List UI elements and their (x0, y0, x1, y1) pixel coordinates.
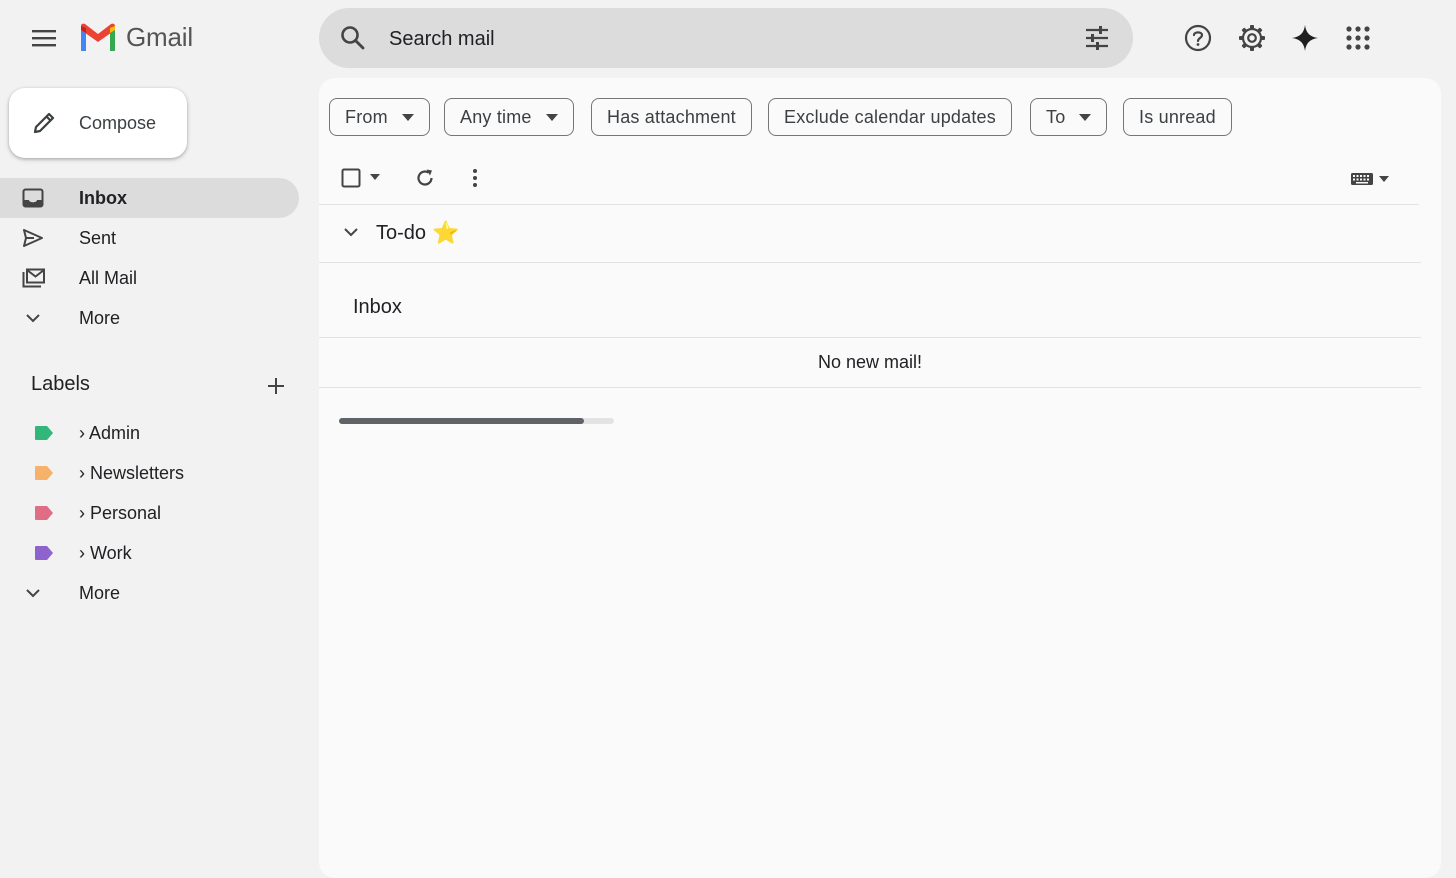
gmail-m-icon (81, 23, 115, 51)
google-apps-button[interactable] (1338, 18, 1378, 58)
loading-progress-bar (339, 418, 614, 424)
main-menu-button[interactable] (22, 18, 66, 58)
label-item-personal[interactable]: › Personal (0, 493, 299, 533)
sidebar-item-label: Inbox (79, 187, 127, 208)
all-mail-icon (22, 268, 66, 288)
labels-heading: Labels (31, 373, 90, 395)
filter-chip-any-time[interactable]: Any time (444, 98, 574, 136)
pencil-icon (31, 110, 57, 136)
inbox-icon (22, 188, 66, 208)
sidebar-item-label: All Mail (79, 267, 138, 288)
chip-label: Exclude calendar updates (784, 106, 996, 127)
hamburger-menu-icon (32, 30, 56, 47)
filter-chip-from[interactable]: From (329, 98, 430, 136)
label-item-label: › Newsletters (79, 462, 185, 483)
send-icon (22, 228, 66, 248)
apps-grid-icon (1346, 26, 1370, 50)
keyboard-icon (1351, 173, 1373, 185)
star-icon: ⭐ (432, 220, 460, 245)
gear-icon (1239, 25, 1265, 51)
filter-chip-has-attachment[interactable]: Has attachment (591, 98, 752, 136)
label-tag-icon (34, 465, 56, 481)
sidebar-item-all-mail[interactable]: All Mail (0, 258, 299, 298)
more-options-icon[interactable] (465, 166, 485, 190)
compose-button[interactable]: Compose (9, 88, 187, 158)
compose-label: Compose (79, 112, 157, 133)
sparkle-icon (1292, 25, 1318, 51)
section-title: To-do (376, 221, 427, 244)
sidebar-item-inbox[interactable]: Inbox (0, 178, 299, 218)
chevron-down-icon (22, 583, 66, 603)
divider (319, 262, 1421, 263)
search-bar[interactable] (319, 8, 1133, 68)
chip-label: From (345, 106, 388, 127)
label-item-label: › Admin (79, 422, 141, 443)
loading-progress-fill (339, 418, 584, 424)
label-item-work[interactable]: › Work (0, 533, 299, 573)
chip-label: Has attachment (607, 106, 736, 127)
section-header-inbox: Inbox (353, 296, 402, 318)
sidebar-item-label: More (79, 307, 121, 328)
gmail-logo[interactable]: Gmail (78, 22, 193, 53)
label-item-label: › Work (79, 542, 132, 563)
dropdown-arrow-icon (545, 113, 558, 121)
section-header-todo[interactable]: To-do ⭐ (376, 220, 459, 246)
plus-icon (268, 378, 284, 394)
main-panel: From Any time Has attachment Exclude cal… (319, 78, 1441, 878)
filter-chip-to[interactable]: To (1030, 98, 1108, 136)
labels-more[interactable]: More (0, 573, 299, 613)
chip-label: Is unread (1139, 106, 1216, 127)
label-tag-icon (34, 425, 56, 441)
divider (319, 387, 1421, 388)
chip-label: Any time (460, 106, 532, 127)
dropdown-arrow-icon (1379, 176, 1389, 182)
settings-button[interactable] (1232, 18, 1272, 58)
label-item-label: › Personal (79, 502, 162, 523)
sidebar-item-label: Sent (79, 227, 117, 248)
dropdown-arrow-icon (401, 113, 414, 121)
label-item-newsletters[interactable]: › Newsletters (0, 453, 299, 493)
divider (319, 204, 1419, 205)
divider (319, 337, 1421, 338)
labels-more-label: More (79, 582, 121, 603)
sidebar-item-more[interactable]: More (0, 298, 299, 338)
refresh-icon[interactable] (413, 166, 437, 190)
sidebar-item-sent[interactable]: Sent (0, 218, 299, 258)
input-tools-button[interactable] (1350, 171, 1389, 187)
app-name: Gmail (126, 22, 193, 52)
dropdown-arrow-icon (1079, 113, 1092, 121)
filter-chip-is-unread[interactable]: Is unread (1123, 98, 1232, 136)
help-icon (1184, 24, 1212, 52)
chevron-down-icon (22, 308, 66, 328)
search-icon[interactable] (339, 24, 367, 52)
select-dropdown-icon[interactable] (369, 174, 381, 181)
filter-chip-exclude-calendar[interactable]: Exclude calendar updates (768, 98, 1012, 136)
label-tag-icon (34, 505, 56, 521)
support-button[interactable] (1178, 18, 1218, 58)
select-all-checkbox[interactable] (341, 168, 361, 188)
section-collapse-icon[interactable] (341, 224, 361, 240)
label-item-admin[interactable]: › Admin (0, 413, 299, 453)
create-label-button[interactable] (262, 372, 290, 400)
search-options-icon[interactable] (1083, 24, 1111, 52)
chip-label: To (1046, 106, 1066, 127)
label-tag-icon (34, 545, 56, 561)
empty-inbox-message: No new mail! (817, 352, 923, 372)
search-input[interactable] (387, 18, 1071, 60)
gemini-button[interactable] (1285, 18, 1325, 58)
